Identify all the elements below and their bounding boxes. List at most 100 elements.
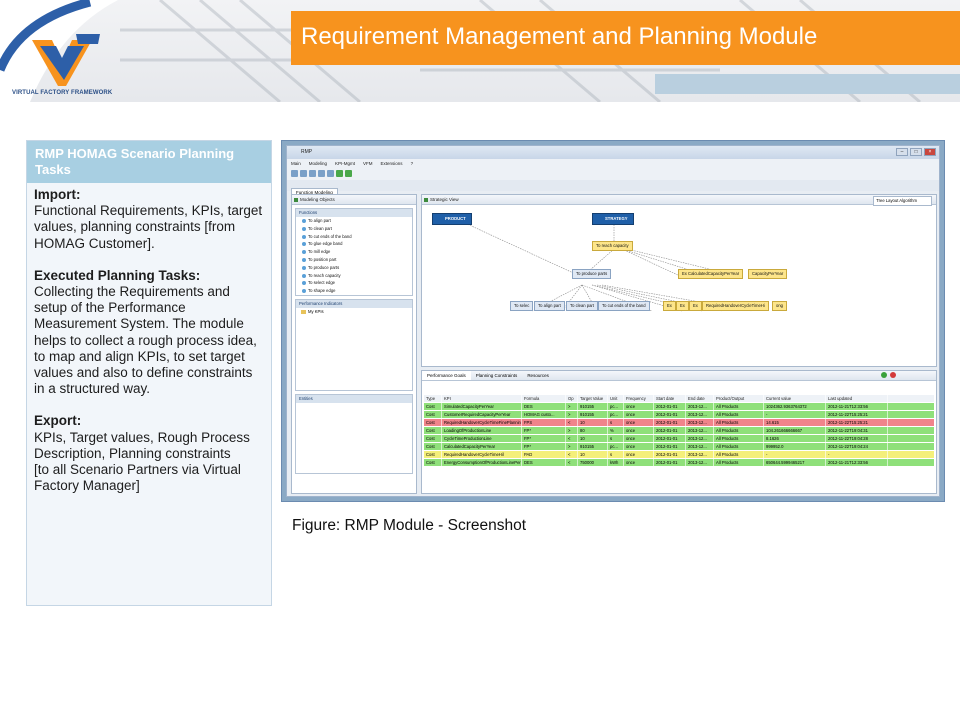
save-all-icon[interactable] — [318, 170, 325, 177]
table-cell: kWh — [608, 459, 624, 466]
leaf-node[interactable]: ong — [772, 301, 787, 311]
strategic-view-tab[interactable]: Strategic View — [422, 195, 936, 205]
column-header[interactable]: Type — [424, 395, 442, 402]
tab-resources[interactable]: Resources — [522, 371, 554, 380]
table-cell: s — [608, 435, 624, 442]
function-item[interactable]: To cut ends of the band — [296, 233, 412, 241]
table-cell: 14.615 — [764, 419, 826, 426]
table-cell: 2012-01-01 — [654, 459, 686, 466]
run-icon[interactable] — [336, 170, 343, 177]
column-header[interactable]: Formula — [522, 395, 566, 402]
remove-icon[interactable] — [890, 372, 896, 378]
table-cell: Cost — [424, 443, 442, 450]
column-header[interactable]: Product/Output — [714, 395, 764, 402]
function-item[interactable]: To produce parts — [296, 264, 412, 272]
table-cell: 750000 — [578, 459, 608, 466]
leaf-node[interactable]: Ex — [689, 301, 702, 311]
reach-capacity-node[interactable]: To reach capacity — [592, 241, 633, 251]
table-row[interactable]: Cost EnergyConsumptionOfProductionLinePer… — [424, 459, 934, 467]
function-item[interactable]: To clean part — [296, 225, 412, 233]
performance-goals-pane: Performance Goals Planning Constraints R… — [421, 370, 937, 494]
table-cell: Cost — [424, 427, 442, 434]
new-icon[interactable] — [291, 170, 298, 177]
table-row[interactable]: Cost RequiredHandoverCycleTimeFinePlannin… — [424, 419, 934, 427]
produce-parts-node[interactable]: To produce parts — [572, 269, 612, 279]
table-cell: 2013-12... — [686, 403, 714, 410]
table-header-row: Type KPI Formula Op Target Value Unit Frequenc… — [424, 395, 934, 403]
leaf-node[interactable]: To cut ends of the band — [598, 301, 650, 311]
product-node[interactable]: PRODUCT — [432, 213, 472, 225]
table-cell: 10 — [578, 435, 608, 442]
minimize-icon[interactable]: – — [896, 148, 908, 156]
modeling-objects-tab[interactable]: Modeling Objects — [292, 195, 416, 205]
table-cell: > — [566, 403, 578, 410]
table-cell: 910155 — [578, 443, 608, 450]
table-cell: 2012-11-22T19:04:31 — [826, 427, 888, 434]
table-cell: once — [624, 435, 654, 442]
menu-modeling[interactable]: Modeling — [309, 159, 327, 168]
leaf-node[interactable]: To clean part — [566, 301, 598, 311]
maximize-icon[interactable]: □ — [910, 148, 922, 156]
menu-kpi-mgmt[interactable]: KPI-Mgmt — [335, 159, 355, 168]
open-icon[interactable] — [300, 170, 307, 177]
function-item[interactable]: To reach capacity — [296, 272, 412, 280]
column-header[interactable]: Target Value — [578, 395, 608, 402]
column-header[interactable]: Current value — [764, 395, 826, 402]
table-cell: All Products — [714, 459, 764, 466]
planning-tasks-panel: RMP HOMAG Scenario Planning Tasks Import… — [26, 140, 272, 606]
leaf-node[interactable]: RequiredHandoverCycleTimeHi — [702, 301, 769, 311]
column-header[interactable]: Unit — [608, 395, 624, 402]
column-header[interactable]: Last updated — [826, 395, 888, 402]
functions-header[interactable]: Functions — [296, 209, 412, 217]
leaf-node[interactable]: To align part — [534, 301, 565, 311]
column-header[interactable]: KPI — [442, 395, 522, 402]
function-item[interactable]: To align part — [296, 217, 412, 225]
table-row[interactable]: Cost CalculatedCapacityPerYear FP* >910155 p… — [424, 443, 934, 451]
kpi-folder[interactable]: My KPIs — [296, 308, 412, 316]
toolbar — [287, 168, 939, 180]
cut-icon[interactable] — [327, 170, 334, 177]
table-row[interactable]: Cost CustomerRequiredCapacityPerYear HOMAG… — [424, 411, 934, 419]
column-header[interactable]: Op — [566, 395, 578, 402]
table-cell: LoadingOfProductionLine — [442, 427, 522, 434]
function-item[interactable]: To mill edge — [296, 248, 412, 256]
save-icon[interactable] — [309, 170, 316, 177]
menu-help[interactable]: ? — [411, 159, 414, 168]
column-header[interactable]: Frequency — [624, 395, 654, 402]
tab-performance-goals[interactable]: Performance Goals — [422, 371, 471, 380]
menu-main[interactable]: Main — [291, 159, 301, 168]
table-cell: 1024362.9363764372 — [764, 403, 826, 410]
strategy-node[interactable]: STRATEGY — [592, 213, 634, 225]
table-row[interactable]: Cost SimulatedCapacityPerYear DES >910155 pc… — [424, 403, 934, 411]
add-icon[interactable] — [881, 372, 887, 378]
table-cell: > — [566, 411, 578, 418]
entities-header[interactable]: Entities — [296, 394, 412, 403]
table-row[interactable]: Cost CycleTimeProductionLine FP* <10 s once 20… — [424, 435, 934, 443]
table-cell: FP* — [522, 435, 566, 442]
menu-vfm[interactable]: VFM — [363, 159, 373, 168]
column-header[interactable]: End date — [686, 395, 714, 402]
kpi-capacity-node[interactable]: CapacityPerYear — [748, 269, 788, 279]
close-icon[interactable]: × — [924, 148, 936, 156]
leaf-node[interactable]: Ex — [676, 301, 689, 311]
leaf-node[interactable]: To selec — [510, 301, 534, 311]
performance-indicators-header[interactable]: Performance Indicators — [296, 299, 412, 308]
leaf-node[interactable]: Ex — [663, 301, 676, 311]
table-cell: All Products — [714, 435, 764, 442]
function-item[interactable]: To glue edge band — [296, 240, 412, 248]
table-cell: 2012-11-22T19:04:24 — [826, 443, 888, 450]
kpi-calculated-capacity-node[interactable]: Ex CalculatedCapacityPerYear — [678, 269, 744, 279]
table-row[interactable]: Cost LoadingOfProductionLine FP* >80% once 20… — [424, 427, 934, 435]
table-cell: - — [764, 411, 826, 418]
run-config-icon[interactable] — [345, 170, 352, 177]
table-cell: FPS — [522, 419, 566, 426]
menu-extensions[interactable]: Extensions — [381, 159, 403, 168]
function-item[interactable]: To shape edge — [296, 287, 412, 295]
function-item[interactable]: To select edge — [296, 279, 412, 287]
table-cell: pc... — [608, 411, 624, 418]
table-row[interactable]: Cost RequiredHandoverCycleTimeHil PAD <10 s o… — [424, 451, 934, 459]
column-header[interactable]: Start date — [654, 395, 686, 402]
strategy-graph-edges — [451, 216, 753, 312]
function-item[interactable]: To position part — [296, 256, 412, 264]
tab-planning-constraints[interactable]: Planning Constraints — [471, 371, 523, 380]
